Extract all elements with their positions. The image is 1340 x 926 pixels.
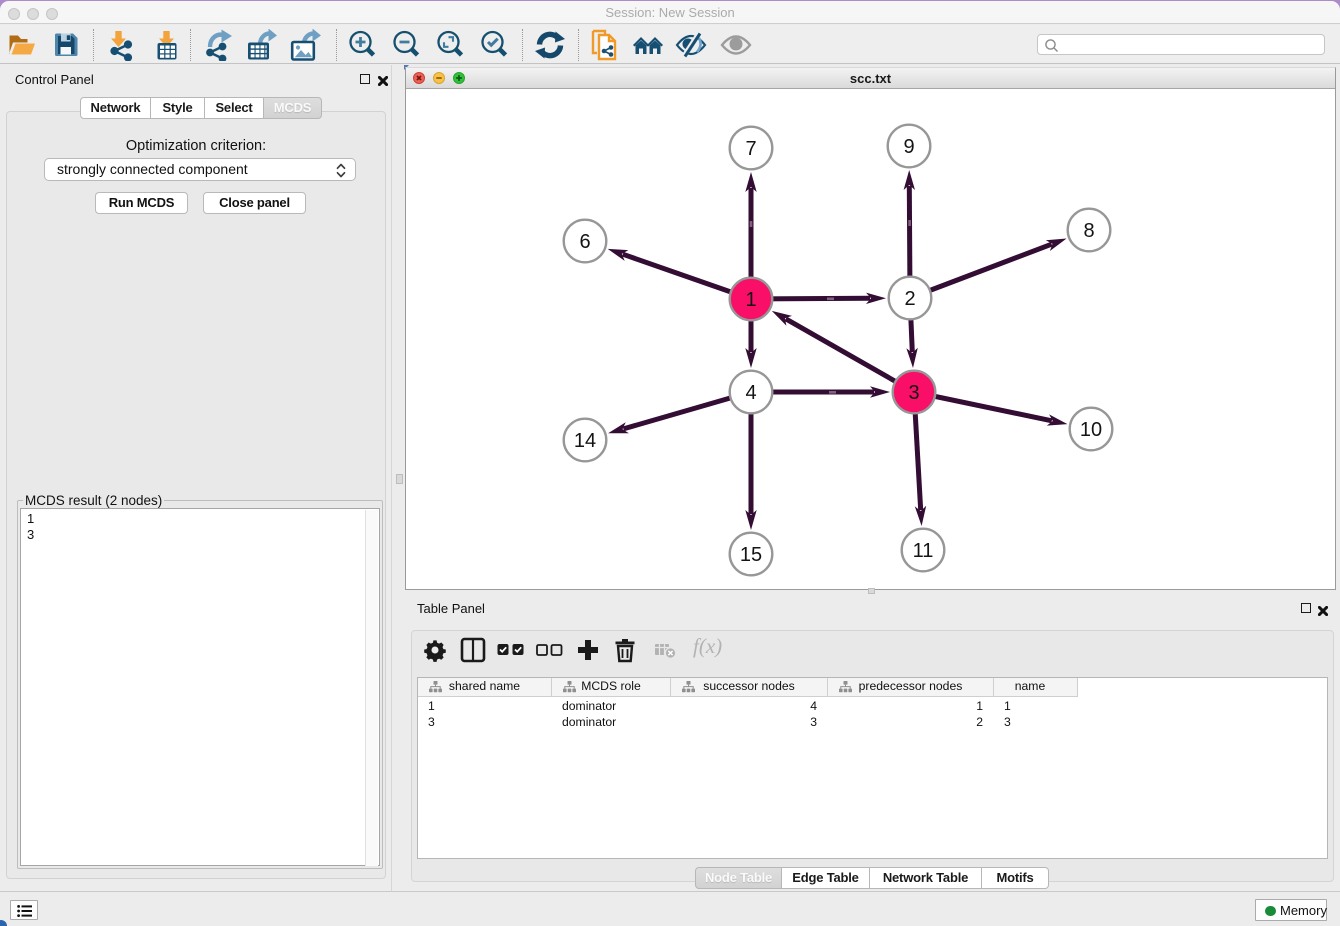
svg-text:3: 3 <box>908 382 919 404</box>
svg-text:2: 2 <box>904 288 915 310</box>
svg-text:14: 14 <box>574 430 596 452</box>
svg-text:8: 8 <box>1083 220 1094 242</box>
svg-text:1: 1 <box>745 289 756 311</box>
svg-text:4: 4 <box>745 382 756 404</box>
svg-text:10: 10 <box>1080 419 1102 441</box>
svg-text:7: 7 <box>745 138 756 160</box>
svg-text:15: 15 <box>740 544 762 566</box>
svg-text:9: 9 <box>903 136 914 158</box>
svg-text:11: 11 <box>913 540 934 562</box>
svg-text:6: 6 <box>579 231 590 253</box>
